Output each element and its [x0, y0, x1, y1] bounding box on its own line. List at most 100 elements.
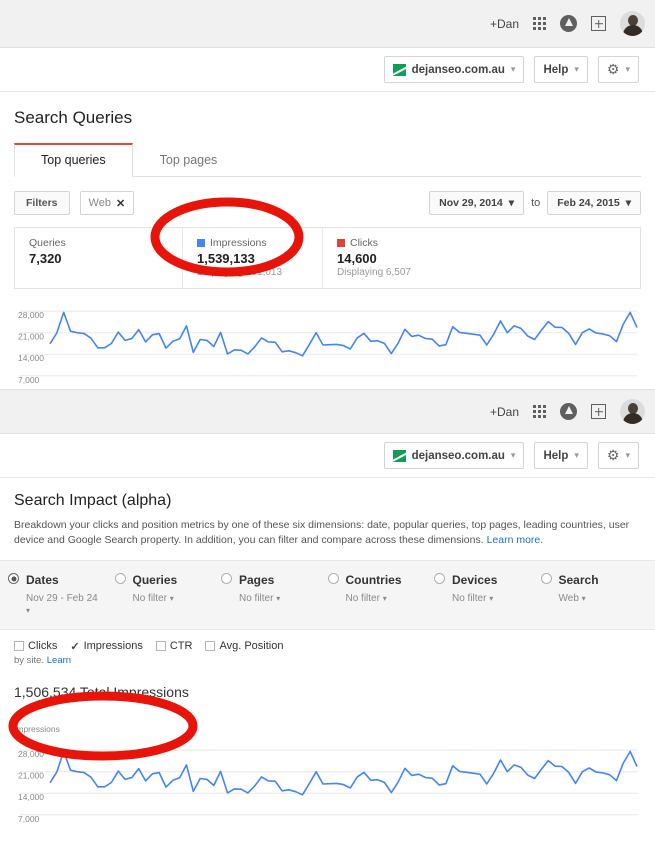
help-label: Help: [543, 63, 569, 76]
radio-search[interactable]: [540, 573, 552, 585]
plus-account-link[interactable]: +Dan: [490, 405, 519, 419]
apps-grid-icon[interactable]: [533, 405, 546, 418]
chevron-down-icon: ▾: [508, 197, 515, 209]
avatar[interactable]: [620, 11, 645, 36]
site-selector-button[interactable]: dejanseo.com.au ▾: [383, 56, 525, 83]
dimension-pages[interactable]: Pages No filter ▾: [221, 571, 328, 616]
radio-devices[interactable]: [434, 573, 445, 585]
metric-label: Impressions: [210, 237, 267, 249]
plus-account-link[interactable]: +Dan: [490, 17, 519, 31]
date-to-button[interactable]: Feb 24, 2015 ▾: [547, 191, 641, 215]
checkbox-clicks[interactable]: Clicks: [14, 640, 57, 652]
site-selector-button[interactable]: dejanseo.com.au ▾: [383, 442, 525, 469]
dimension-filter[interactable]: No filter ▾: [346, 592, 402, 606]
radio-countries[interactable]: [327, 573, 339, 585]
account-toolbar: dejanseo.com.au ▾ Help ▾ ⚙ ▾: [0, 434, 655, 478]
google-bar: +Dan: [0, 390, 655, 434]
avatar[interactable]: [620, 399, 645, 424]
share-box-icon[interactable]: [591, 16, 606, 31]
chart-top: 28,000 21,000 14,000 7,000: [14, 297, 641, 389]
dimension-devices[interactable]: Devices No filter ▾: [434, 571, 541, 616]
metric-card-queries[interactable]: Queries 7,320: [15, 228, 183, 288]
checkbox-box-icon: [14, 641, 24, 652]
metric-card-clicks[interactable]: Clicks 14,600 Displaying 6,507: [323, 228, 483, 288]
close-icon[interactable]: ✕: [116, 197, 125, 210]
help-button[interactable]: Help ▾: [534, 442, 588, 469]
svg-text:21,000: 21,000: [18, 332, 44, 342]
radio-pages[interactable]: [221, 573, 232, 585]
metric-sub: Displaying 291,013: [197, 267, 283, 278]
svg-text:21,000: 21,000: [18, 770, 44, 780]
date-from-button[interactable]: Nov 29, 2014 ▾: [429, 191, 525, 215]
notifications-bell-icon[interactable]: [560, 15, 577, 32]
settings-gear-button[interactable]: ⚙ ▾: [597, 56, 639, 83]
dimension-label: Devices: [452, 573, 498, 588]
tab-bar: Top queries Top pages: [14, 142, 641, 177]
site-selector-label: dejanseo.com.au: [411, 449, 505, 462]
site-logo-icon: [392, 449, 406, 462]
settings-gear-button[interactable]: ⚙ ▾: [597, 442, 639, 469]
chevron-down-icon: ▾: [574, 450, 579, 460]
chevron-down-icon: ▾: [625, 64, 630, 74]
dimension-queries[interactable]: Queries No filter ▾: [114, 571, 222, 616]
svg-text:28,000: 28,000: [18, 749, 44, 759]
chart-axis-title: Impressions: [14, 723, 60, 734]
dimension-filter[interactable]: No filter ▾: [239, 592, 280, 606]
dimension-label: Queries: [132, 573, 178, 588]
help-button[interactable]: Help ▾: [534, 56, 588, 83]
legend-swatch-impressions: [197, 239, 205, 247]
chevron-down-icon: ▾: [382, 594, 387, 604]
check-icon: ✓: [70, 640, 80, 653]
dimension-filter[interactable]: Web ▾: [559, 592, 599, 606]
dimension-dates[interactable]: Dates Nov 29 - Feb 24 ▾: [8, 571, 115, 616]
by-site-learn-link[interactable]: Learn: [47, 655, 71, 666]
metric-label: Queries: [29, 237, 66, 249]
total-impressions-label: 1,506,534 Total Impressions: [14, 683, 189, 700]
site-selector-label: dejanseo.com.au: [411, 63, 505, 76]
checkbox-box-icon: [205, 641, 216, 652]
notifications-bell-icon[interactable]: [560, 403, 577, 420]
apps-grid-icon[interactable]: [533, 17, 546, 30]
metric-sub: Displaying 6,507: [337, 267, 411, 278]
dimension-search[interactable]: Search Web ▾: [540, 571, 648, 616]
dimension-filter[interactable]: Nov 29 - Feb 24 ▾: [26, 592, 98, 616]
chevron-down-icon: ▾: [169, 594, 174, 604]
dimension-filter[interactable]: No filter ▾: [133, 592, 178, 606]
checkbox-ctr[interactable]: CTR: [155, 640, 192, 652]
page-description: Breakdown your clicks and position metri…: [14, 518, 641, 560]
chevron-down-icon: ▾: [574, 64, 579, 74]
dimension-countries[interactable]: Countries No filter ▾: [327, 571, 435, 616]
radio-dates[interactable]: [8, 573, 19, 585]
metric-value: 14,600: [337, 251, 377, 266]
filters-button[interactable]: Filters: [14, 191, 70, 215]
chart-bottom: Impressions 28,000 21,000 14,000 7,000: [14, 724, 641, 828]
screenshot-search-queries: +Dan dejanseo.com.au ▾ Help ▾ ⚙ ▾ Search…: [0, 0, 655, 389]
radio-queries[interactable]: [114, 573, 126, 585]
gear-icon: ⚙: [606, 447, 620, 463]
page-title: Search Impact (alpha): [14, 492, 172, 509]
dimension-filter[interactable]: No filter ▾: [452, 592, 497, 606]
checkbox-impressions[interactable]: ✓ Impressions: [70, 640, 143, 653]
chevron-down-icon: ▾: [510, 450, 516, 460]
account-toolbar: dejanseo.com.au ▾ Help ▾ ⚙ ▾: [0, 48, 655, 92]
svg-text:14,000: 14,000: [18, 792, 44, 802]
metric-label: Clicks: [350, 237, 378, 249]
by-site-text: by site.: [14, 654, 45, 666]
filter-chip-web[interactable]: Web ✕: [79, 191, 135, 215]
checkbox-avg-position[interactable]: Avg. Position: [205, 640, 283, 652]
chevron-down-icon: ▾: [26, 605, 31, 615]
screenshot-search-impact: +Dan dejanseo.com.au ▾ Help ▾ ⚙ ▾ Search…: [0, 389, 655, 828]
tab-top-queries[interactable]: Top queries: [14, 143, 133, 177]
dimension-label: Dates: [26, 573, 59, 588]
dimension-selector-bar: Dates Nov 29 - Feb 24 ▾ Queries No filte…: [0, 560, 655, 630]
dimension-label: Search: [558, 573, 599, 588]
share-box-icon[interactable]: [591, 404, 606, 419]
chevron-down-icon: ▾: [510, 64, 516, 74]
checkbox-label: Avg. Position: [219, 640, 284, 653]
checkbox-label: Clicks: [28, 640, 58, 653]
tab-top-pages[interactable]: Top pages: [133, 143, 245, 177]
learn-more-link[interactable]: Learn more.: [487, 534, 544, 546]
date-from-label: Nov 29, 2014: [439, 197, 503, 209]
metric-card-impressions[interactable]: Impressions 1,539,133 Displaying 291,013: [183, 228, 323, 288]
filter-chip-label: Web: [88, 197, 111, 209]
